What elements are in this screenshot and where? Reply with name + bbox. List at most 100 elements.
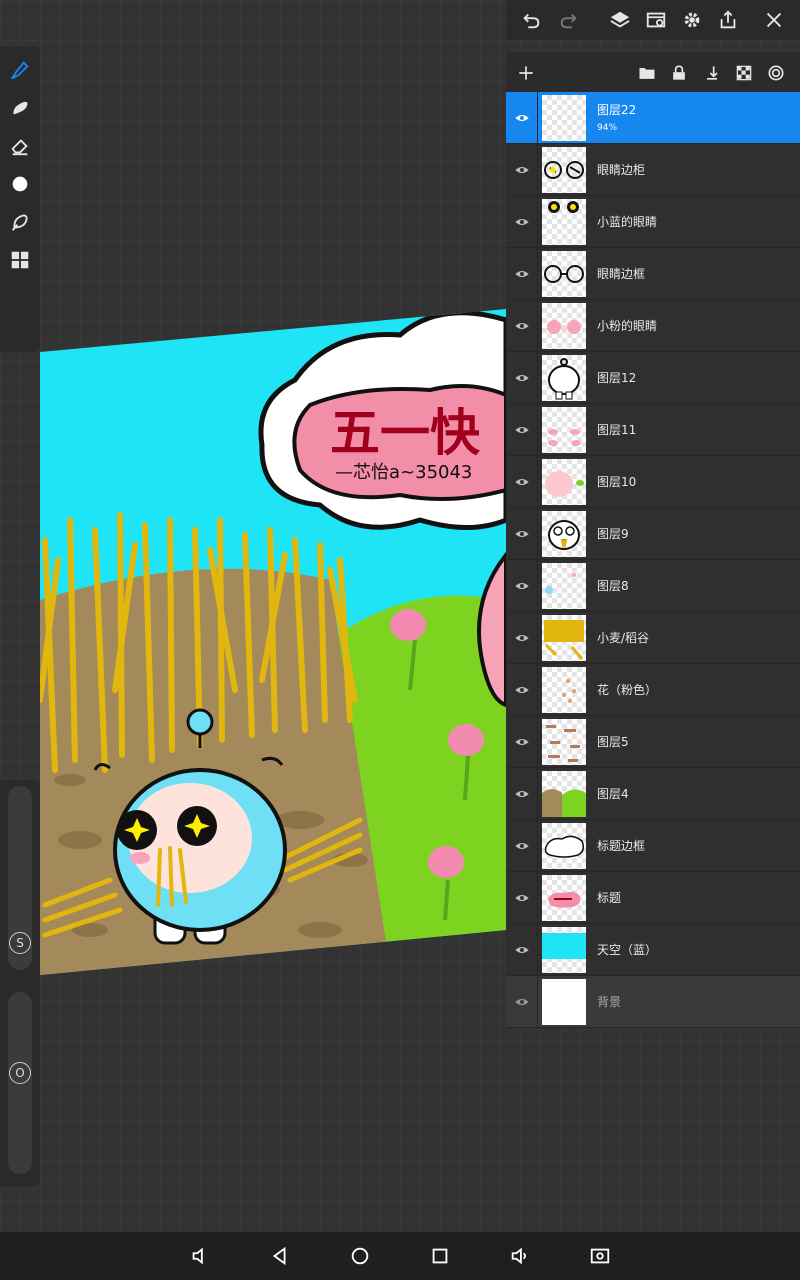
target-button[interactable]	[763, 60, 789, 86]
checker-button[interactable]	[731, 60, 757, 86]
divider	[537, 820, 538, 872]
visibility-toggle[interactable]	[512, 420, 532, 440]
redo-button[interactable]	[555, 6, 583, 34]
tool-bar	[0, 46, 40, 352]
visibility-toggle[interactable]	[512, 576, 532, 596]
layer-thumbnail	[542, 355, 586, 401]
layer-row[interactable]: 小粉的眼睛	[506, 300, 800, 352]
recents-button[interactable]	[428, 1244, 452, 1268]
layer-row[interactable]: 小蓝的眼睛	[506, 196, 800, 248]
layer-thumbnail	[542, 251, 586, 297]
eye-icon	[515, 115, 529, 121]
layer-row[interactable]: 标题	[506, 872, 800, 924]
screenshot-icon	[590, 1248, 610, 1264]
eye-icon	[515, 791, 529, 797]
top-bar	[506, 0, 800, 40]
volume-down-icon	[192, 1247, 203, 1265]
lock-icon	[673, 65, 685, 80]
layer-row[interactable]: 图层12	[506, 352, 800, 404]
gallery-icon	[646, 12, 666, 28]
layers-button[interactable]	[606, 6, 634, 34]
layer-row[interactable]: 图层9	[506, 508, 800, 560]
back-button[interactable]	[268, 1244, 292, 1268]
eraser-icon	[11, 139, 28, 156]
visibility-toggle[interactable]	[512, 628, 532, 648]
layer-thumbnail	[542, 979, 586, 1025]
visibility-toggle[interactable]	[512, 940, 532, 960]
lasso-tool[interactable]	[6, 208, 34, 236]
close-icon	[766, 12, 782, 28]
add-layer-button[interactable]	[513, 60, 539, 86]
undo-button[interactable]	[517, 6, 545, 34]
opacity-slider-knob[interactable]: O	[9, 1062, 31, 1084]
layer-row[interactable]: 天空（蓝）	[506, 924, 800, 976]
eye-icon	[515, 323, 529, 329]
divider	[537, 560, 538, 612]
layer-row[interactable]: 眼睛边柜	[506, 144, 800, 196]
visibility-toggle[interactable]	[512, 732, 532, 752]
folder-button[interactable]	[634, 60, 660, 86]
screenshot-button[interactable]	[588, 1244, 612, 1268]
brush-tool[interactable]	[6, 56, 34, 84]
subtitle-text: —芯怡a~35043	[335, 462, 472, 483]
layer-row[interactable]: 背景	[506, 976, 800, 1028]
layer-row[interactable]: 图层5	[506, 716, 800, 768]
eye-icon	[515, 999, 529, 1005]
merge-down-button[interactable]	[699, 60, 725, 86]
layer-row[interactable]: 图层4	[506, 768, 800, 820]
layer-row[interactable]: 眼睛边框	[506, 248, 800, 300]
layer-thumbnail	[542, 95, 586, 141]
layer-row[interactable]: 图层11	[506, 404, 800, 456]
visibility-toggle[interactable]	[512, 368, 532, 388]
eye-icon	[515, 167, 529, 173]
layer-row[interactable]: 花（粉色）	[506, 664, 800, 716]
share-button[interactable]	[714, 6, 742, 34]
color-picker-tool[interactable]	[6, 170, 34, 198]
gallery-button[interactable]	[642, 6, 670, 34]
settings-button[interactable]	[678, 6, 706, 34]
visibility-toggle[interactable]	[512, 160, 532, 180]
divider	[537, 664, 538, 716]
eye-icon	[515, 271, 529, 277]
eye-icon	[515, 479, 529, 485]
eye-icon	[515, 375, 529, 381]
layer-name: 背景	[597, 995, 622, 1009]
divider	[537, 144, 538, 196]
grid-tool[interactable]	[6, 246, 34, 274]
smudge-tool[interactable]	[6, 94, 34, 122]
close-button[interactable]	[760, 6, 788, 34]
home-button[interactable]	[348, 1244, 372, 1268]
visibility-toggle[interactable]	[512, 316, 532, 336]
home-icon	[351, 1247, 369, 1265]
lock-button[interactable]	[666, 60, 692, 86]
divider	[537, 456, 538, 508]
visibility-toggle[interactable]	[512, 264, 532, 284]
visibility-toggle[interactable]	[512, 784, 532, 804]
layer-row[interactable]: 标题边框	[506, 820, 800, 872]
layer-name: 小麦/稻谷	[597, 631, 650, 645]
eye-icon	[515, 219, 529, 225]
visibility-toggle[interactable]	[512, 680, 532, 700]
visibility-toggle[interactable]	[512, 212, 532, 232]
volume-down-button[interactable]	[188, 1244, 212, 1268]
layer-row[interactable]: 图层22 94%	[506, 92, 800, 144]
volume-up-button[interactable]	[508, 1244, 532, 1268]
layer-row[interactable]: 图层8	[506, 560, 800, 612]
divider	[537, 924, 538, 976]
layer-name: 花（粉色）	[597, 683, 658, 697]
visibility-toggle[interactable]	[512, 836, 532, 856]
layer-row[interactable]: 图层10	[506, 456, 800, 508]
visibility-toggle[interactable]	[512, 888, 532, 908]
eraser-tool[interactable]	[6, 132, 34, 160]
visibility-toggle[interactable]	[512, 108, 532, 128]
size-slider-knob[interactable]: S	[9, 932, 31, 954]
redo-icon	[560, 13, 577, 29]
layer-thumbnail	[542, 511, 586, 557]
layer-row[interactable]: 小麦/稻谷	[506, 612, 800, 664]
visibility-toggle[interactable]	[512, 992, 532, 1012]
visibility-toggle[interactable]	[512, 524, 532, 544]
layer-name: 图层22	[597, 103, 637, 117]
undo-icon	[523, 13, 540, 29]
layer-name: 标题	[597, 891, 622, 905]
visibility-toggle[interactable]	[512, 472, 532, 492]
